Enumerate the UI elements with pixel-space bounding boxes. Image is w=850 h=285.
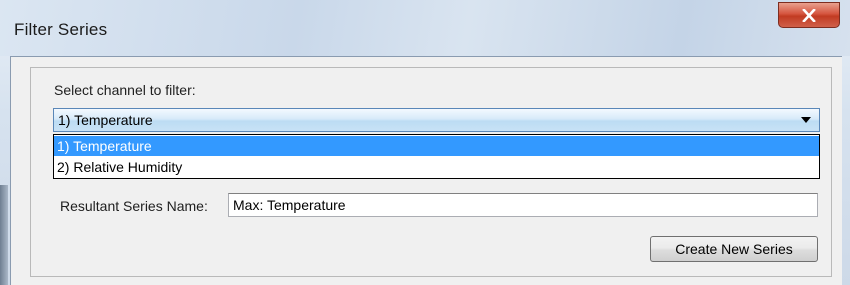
channel-option-relative-humidity[interactable]: 2) Relative Humidity <box>54 157 819 177</box>
chevron-down-icon[interactable] <box>801 117 811 123</box>
window-title: Filter Series <box>14 20 108 39</box>
close-x-icon <box>802 8 816 22</box>
series-name-label: Resultant Series Name: <box>60 198 208 214</box>
filter-series-dialog: Filter Series Select channel to filter: … <box>0 0 850 285</box>
series-name-input[interactable] <box>228 193 818 217</box>
channel-option-temperature[interactable]: 1) Temperature <box>54 136 819 156</box>
channel-dropdown-list: 1) Temperature 2) Relative Humidity <box>53 134 820 179</box>
create-new-series-button[interactable]: Create New Series <box>650 236 818 262</box>
title-bar[interactable]: Filter Series <box>0 0 850 56</box>
close-button[interactable] <box>778 2 840 28</box>
channel-select-value: 1) Temperature <box>58 112 153 128</box>
channel-select[interactable]: 1) Temperature <box>53 108 820 132</box>
channel-label: Select channel to filter: <box>54 82 196 98</box>
window-frame-edge <box>0 185 8 285</box>
